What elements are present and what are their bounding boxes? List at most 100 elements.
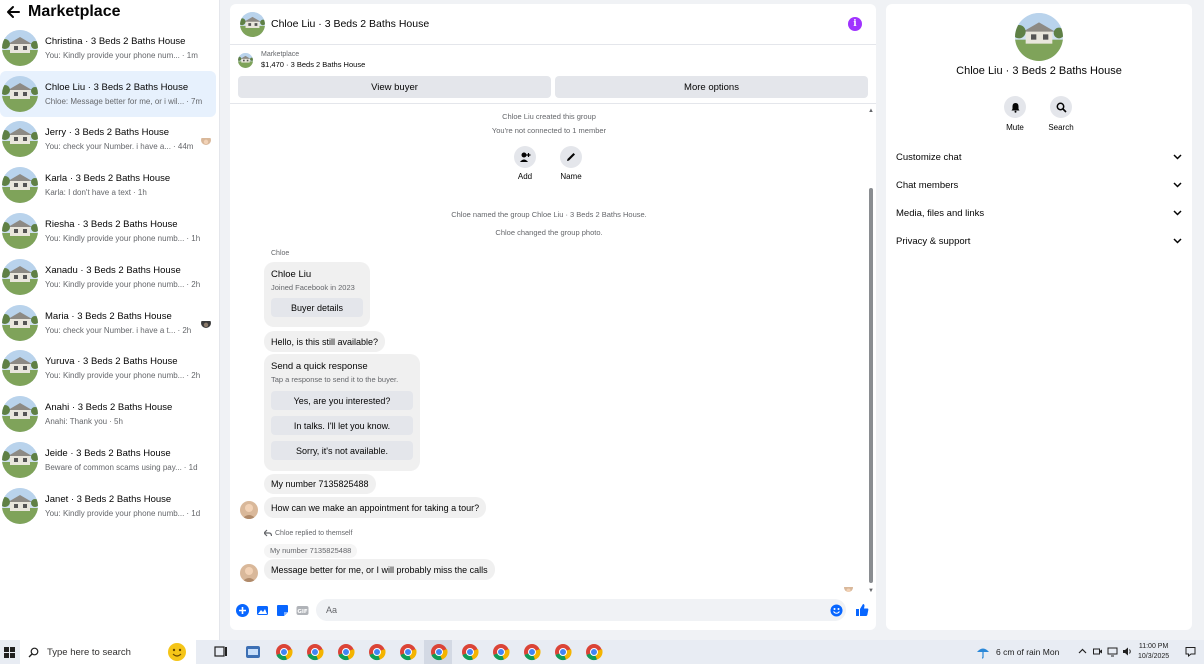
add-person-icon (520, 152, 531, 162)
start-button[interactable] (0, 640, 18, 664)
conversation-name: Yuruva · 3 Beds 2 Baths House (45, 356, 178, 368)
conversation-name: Anahi · 3 Beds 2 Baths House (45, 402, 173, 414)
gif-icon[interactable]: GIF (296, 604, 309, 617)
network-icon[interactable] (1107, 646, 1118, 657)
taskbar-search-placeholder: Type here to search (47, 646, 131, 658)
section-label: Customize chat (896, 151, 962, 163)
taskbar-search[interactable]: Type here to search (20, 640, 196, 664)
listing-summary[interactable]: Marketplace $1,470 · 3 Beds 2 Baths Hous… (230, 45, 876, 75)
reply-note: Chloe replied to themself (264, 529, 352, 537)
sticker-icon[interactable] (276, 604, 289, 617)
bell-icon (1011, 102, 1019, 113)
message-composer: GIF Aa (230, 598, 876, 622)
quick-response-talks-button[interactable]: In talks. I'll let you know. (271, 416, 413, 435)
clock-date: 10/3/2025 (1138, 653, 1170, 660)
section-customize-chat[interactable]: Customize chat (896, 149, 1182, 165)
house-avatar (2, 259, 38, 295)
quick-response-sorry-button[interactable]: Sorry, it's not available. (271, 441, 413, 460)
chrome-icon[interactable] (554, 643, 572, 661)
chrome-icon[interactable] (306, 643, 324, 661)
chrome-icon[interactable] (461, 643, 479, 661)
scroll-down-icon[interactable]: ▼ (868, 588, 874, 594)
sender-avatar[interactable] (240, 501, 258, 519)
conversation-name: Karla · 3 Beds 2 Baths House (45, 173, 171, 185)
mute-button[interactable]: Mute (995, 96, 1035, 132)
chrome-icon[interactable] (430, 643, 448, 661)
house-avatar (2, 30, 38, 66)
conversation-time: · 1h (186, 234, 201, 244)
task-view-icon[interactable] (212, 643, 230, 661)
chrome-icon[interactable] (337, 643, 355, 661)
conversation-time: · 2h (177, 325, 192, 335)
chat-avatar[interactable] (240, 12, 265, 37)
app-icon[interactable] (244, 643, 262, 661)
windows-taskbar: Type here to search 6 cm of rain Mon 11:… (0, 640, 1204, 664)
conversation-item[interactable]: Yuruva · 3 Beds 2 Baths House You: Kindl… (0, 346, 220, 392)
taskbar-clock[interactable]: 11:00 PM 10/3/2025 (1138, 642, 1169, 662)
chrome-icon[interactable] (523, 643, 541, 661)
chrome-icon[interactable] (399, 643, 417, 661)
conversation-item[interactable]: Xanadu · 3 Beds 2 Baths House You: Kindl… (0, 254, 220, 300)
conversation-name: Janet · 3 Beds 2 Baths House (45, 493, 172, 505)
chrome-icon[interactable] (585, 643, 603, 661)
conversation-item[interactable]: Jerry · 3 Beds 2 Baths House You: check … (0, 117, 220, 163)
emoji-icon[interactable] (830, 604, 843, 617)
reply-note-text: Chloe replied to themself (275, 529, 353, 537)
buyer-details-button[interactable]: Buyer details (271, 298, 363, 317)
section-media-files-links[interactable]: Media, files and links (896, 205, 1182, 221)
scroll-thumb[interactable] (869, 188, 873, 583)
notification-icon[interactable] (1185, 646, 1196, 657)
conversation-preview: You: check your Number. i have a t... (45, 325, 176, 335)
section-chat-members[interactable]: Chat members (896, 177, 1182, 193)
sender-avatar[interactable] (240, 564, 258, 582)
conversation-name: Maria · 3 Beds 2 Baths House (45, 310, 172, 322)
conversation-time: · 44m (173, 142, 194, 152)
message-thread: Chloe Liu created this group You're not … (230, 108, 868, 594)
chat-window: Chloe Liu · 3 Beds 2 Baths House i Marke… (230, 4, 876, 630)
conversation-item[interactable]: Jeide · 3 Beds 2 Baths House Beware of c… (0, 437, 220, 483)
conversation-list: Christina · 3 Beds 2 Baths House You: Ki… (0, 25, 220, 529)
volume-icon[interactable] (1122, 646, 1133, 657)
add-member-button[interactable] (514, 146, 536, 168)
chrome-icon[interactable] (492, 643, 510, 661)
conversation-item-active[interactable]: Chloe Liu · 3 Beds 2 Baths House Chloe: … (0, 70, 216, 117)
more-options-button[interactable]: More options (555, 76, 868, 98)
conversation-item[interactable]: Christina · 3 Beds 2 Baths House You: Ki… (0, 25, 220, 71)
chrome-icon[interactable] (368, 643, 386, 661)
gallery-icon[interactable] (256, 604, 269, 617)
conversation-item[interactable]: Janet · 3 Beds 2 Baths House You: Kindly… (0, 483, 220, 529)
message-input[interactable]: Aa (316, 599, 846, 621)
back-arrow-icon[interactable] (6, 5, 20, 19)
thumbs-up-icon[interactable] (855, 603, 869, 617)
conversation-item[interactable]: Anahi · 3 Beds 2 Baths House Anahi: Than… (0, 391, 220, 437)
section-label: Media, files and links (896, 207, 985, 219)
conversation-item[interactable]: Riesha · 3 Beds 2 Baths House You: Kindl… (0, 208, 220, 254)
search-button[interactable]: Search (1041, 96, 1081, 132)
chat-title[interactable]: Chloe Liu · 3 Beds 2 Baths House (271, 18, 429, 30)
taskbar-weather[interactable]: 6 cm of rain Mon (976, 645, 1059, 659)
conversation-preview: You: Kindly provide your phone numb... (45, 508, 185, 518)
info-icon[interactable]: i (848, 17, 862, 31)
conversation-name: Jerry · 3 Beds 2 Baths House (45, 127, 170, 139)
scroll-up-icon[interactable]: ▲ (868, 108, 874, 114)
chrome-icon[interactable] (275, 643, 293, 661)
plus-icon[interactable] (236, 604, 249, 617)
rename-group-button[interactable] (560, 146, 582, 168)
chat-scrollbar[interactable]: ▲ ▼ (868, 108, 874, 594)
chevron-down-icon (1173, 210, 1182, 216)
view-buyer-button[interactable]: View buyer (238, 76, 551, 98)
chevron-up-icon[interactable] (1077, 646, 1088, 657)
conversation-sidebar: Marketplace Christina · 3 Beds 2 Baths H… (0, 0, 220, 640)
conversation-preview: You: check your Number. i have a... (45, 142, 171, 152)
section-privacy-support[interactable]: Privacy & support (896, 233, 1182, 249)
conversation-name: Jeide · 3 Beds 2 Baths House (45, 448, 171, 460)
conversation-item[interactable]: Maria · 3 Beds 2 Baths House You: check … (0, 300, 220, 346)
meet-now-icon[interactable] (1092, 646, 1103, 657)
name-label: Name (560, 172, 582, 181)
quick-response-yes-button[interactable]: Yes, are you interested? (271, 391, 413, 410)
group-avatar (1015, 13, 1063, 61)
conversation-item[interactable]: Karla · 3 Beds 2 Baths House Karla: I do… (0, 162, 220, 208)
mute-label: Mute (1006, 123, 1024, 132)
conversation-preview: Karla: I don't have a text (45, 188, 132, 198)
house-avatar (2, 76, 38, 112)
